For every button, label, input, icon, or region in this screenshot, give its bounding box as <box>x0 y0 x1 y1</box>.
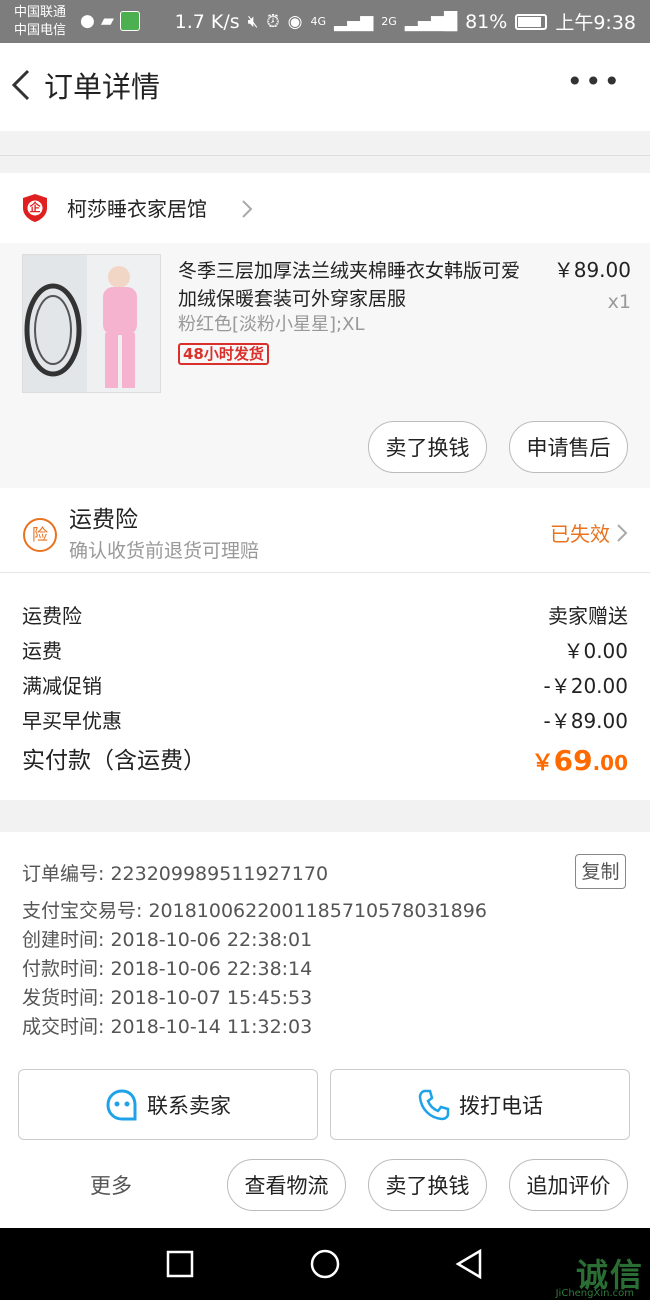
back-button[interactable] <box>8 63 38 107</box>
wechat-icon: ● <box>80 11 95 31</box>
carrier-1: 中国联通 <box>14 5 67 20</box>
contact-seller-label: 联系卖家 <box>147 1093 231 1118</box>
net-speed: 1.7 K/s <box>174 10 240 33</box>
view-logistics-button[interactable]: 查看物流 <box>227 1159 346 1211</box>
net-type-1: 4G <box>310 15 327 28</box>
status-bar: 中国联通 中国电信 ● ▰ 1.7 K/s 🔇︎ ⏰︎ ◉ 4G ▂▄▆ 2G … <box>0 0 650 43</box>
battery-percent: 81% <box>465 10 508 33</box>
product-card: 冬季三层加厚法兰绒夹棉睡衣女韩版可爱加绒保暖套装可外穿家居服 粉红色[淡粉小星星… <box>0 243 650 488</box>
product-name[interactable]: 冬季三层加厚法兰绒夹棉睡衣女韩版可爱加绒保暖套装可外穿家居服 <box>178 257 528 313</box>
notification-icons: ● ▰ <box>80 11 140 31</box>
resell-button[interactable]: 卖了换钱 <box>368 1159 487 1211</box>
mute-icon: 🔇︎ <box>247 11 259 32</box>
signal-icon-1: ▂▄▆ <box>334 11 374 32</box>
more-menu-button[interactable]: ••• <box>566 65 622 98</box>
alarm-icon: ⏰︎ <box>266 11 280 32</box>
product-quantity: x1 <box>607 291 631 313</box>
chat-icon <box>106 1088 137 1120</box>
alipay-trade-number: 支付宝交易号: 2018100622001185710578031896 <box>22 900 487 922</box>
paid-time: 付款时间: 2018-10-06 22:38:14 <box>22 958 313 980</box>
shipped-time: 发货时间: 2018-10-07 15:45:53 <box>22 987 313 1009</box>
fee-label: 早买早优惠 <box>22 709 122 733</box>
net-type-2: 2G <box>381 15 397 28</box>
insurance-subtitle: 确认收货前退货可理赔 <box>69 540 260 562</box>
shop-badge-icon: 企 <box>22 193 48 223</box>
clock: 上午9:38 <box>555 12 636 34</box>
battery-icon <box>515 13 548 30</box>
after-sale-button[interactable]: 申请售后 <box>509 421 628 473</box>
fee-label: 运费险 <box>22 604 82 628</box>
fee-label: 满减促销 <box>22 674 102 698</box>
contact-bar: 联系卖家 拨打电话 <box>0 1058 650 1145</box>
fee-row: 运费险 卖家赠送 <box>22 600 628 632</box>
shop-name: 柯莎睡衣家居馆 <box>67 197 207 221</box>
total-row: 实付款（含运费） ￥69.00 <box>22 743 628 779</box>
completed-time: 成交时间: 2018-10-14 11:32:03 <box>22 1016 313 1038</box>
app-icon <box>119 11 140 31</box>
divider <box>0 155 650 156</box>
order-info: 订单编号: 223209989511927170 复制 支付宝交易号: 2018… <box>0 832 650 1058</box>
add-review-button[interactable]: 追加评价 <box>509 1159 628 1211</box>
call-phone-button[interactable]: 拨打电话 <box>330 1069 630 1140</box>
order-number: 订单编号: 223209989511927170 <box>22 863 329 885</box>
contact-seller-button[interactable]: 联系卖家 <box>18 1069 318 1140</box>
carrier-2: 中国电信 <box>14 23 67 38</box>
fee-row: 早买早优惠 -￥89.00 <box>22 705 628 737</box>
truck-icon: ▰ <box>100 11 114 31</box>
copy-button[interactable]: 复制 <box>575 854 626 889</box>
fee-value: 卖家赠送 <box>548 604 628 628</box>
product-image[interactable] <box>22 254 161 393</box>
fee-breakdown: 运费险 卖家赠送 运费 ￥0.00 满减促销 -￥20.00 早买早优惠 -￥8… <box>0 573 650 800</box>
insurance-icon: 险 <box>23 518 57 552</box>
shipping-insurance-row[interactable]: 险 运费险 确认收货前退货可理赔 已失效 <box>0 488 650 572</box>
call-phone-label: 拨打电话 <box>459 1093 543 1118</box>
home-icon[interactable] <box>309 1248 341 1280</box>
watermark-url: JiChengXin.com <box>555 1288 634 1299</box>
product-price: ￥89.00 <box>553 258 631 282</box>
total-label: 实付款（含运费） <box>22 748 206 774</box>
total-amount: ￥69.00 <box>531 744 628 777</box>
fee-row: 运费 ￥0.00 <box>22 635 628 667</box>
shipping-tag: 48小时发货 <box>178 343 269 365</box>
more-button[interactable]: 更多 <box>90 1171 132 1201</box>
fee-label: 运费 <box>22 639 62 663</box>
fee-value: -￥20.00 <box>543 674 628 698</box>
page-title: 订单详情 <box>44 70 161 104</box>
spacer <box>0 131 650 155</box>
phone-icon <box>418 1089 450 1120</box>
fee-value: -￥89.00 <box>543 709 628 733</box>
system-nav-bar: 诚信 JiChengXin.com <box>0 1228 650 1300</box>
chevron-right-icon <box>242 200 253 218</box>
fee-row: 满减促销 -￥20.00 <box>22 670 628 702</box>
header: 订单详情 ••• <box>0 43 650 131</box>
fee-value: ￥0.00 <box>563 639 628 663</box>
resell-button[interactable]: 卖了换钱 <box>368 421 487 473</box>
product-spec: 粉红色[淡粉小星星];XL <box>178 314 365 335</box>
bottom-action-bar: 更多 查看物流 卖了换钱 追加评价 <box>0 1145 650 1228</box>
signal-icon-2: ▂▄▆█ <box>404 11 458 32</box>
insurance-status: 已失效 <box>550 522 610 546</box>
insurance-title: 运费险 <box>69 507 138 533</box>
back-arrow-icon <box>11 69 30 101</box>
created-time: 创建时间: 2018-10-06 22:38:01 <box>22 929 313 951</box>
shop-row[interactable]: 企 柯莎睡衣家居馆 <box>0 173 650 243</box>
back-nav-icon[interactable] <box>454 1248 484 1280</box>
chevron-right-icon <box>617 524 628 542</box>
recent-apps-icon[interactable] <box>166 1250 194 1278</box>
eye-icon: ◉ <box>287 11 303 32</box>
